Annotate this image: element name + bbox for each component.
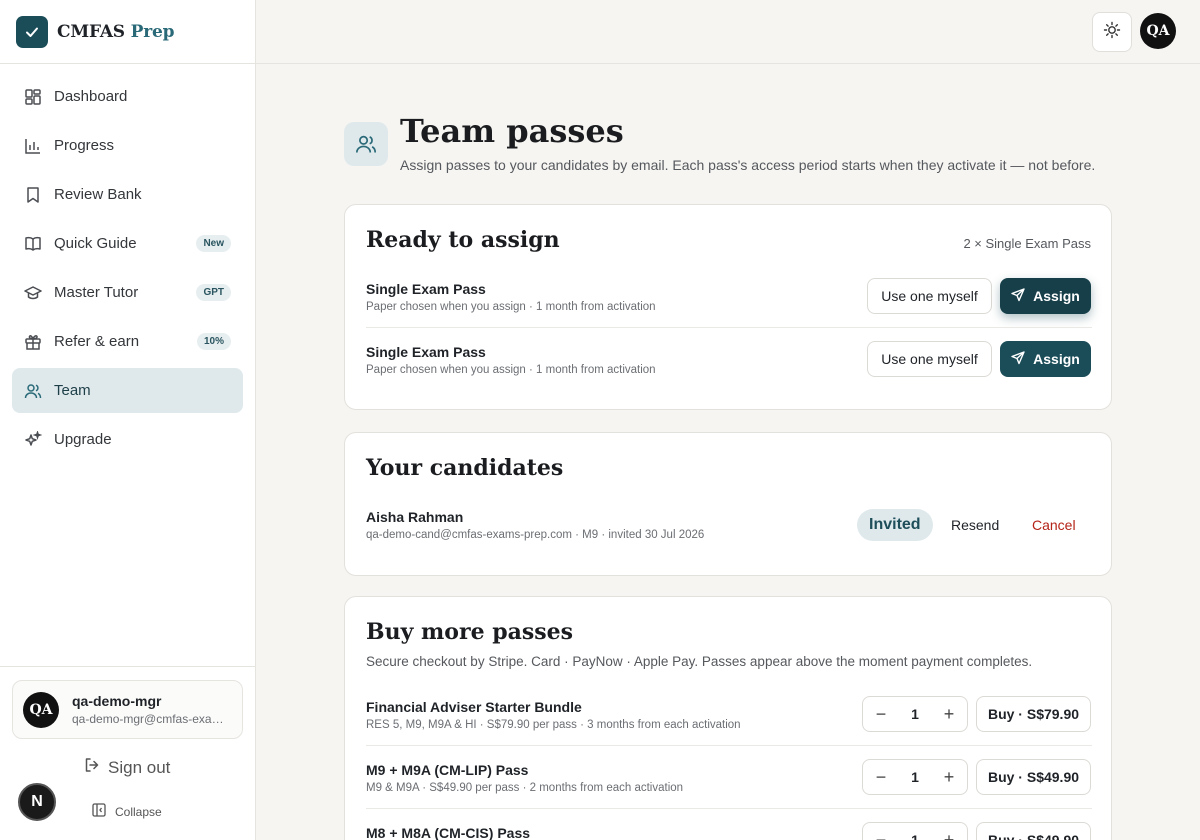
- status-badge: Invited: [857, 509, 933, 541]
- sidebar-item-refer-earn[interactable]: Refer & earn 10%: [12, 319, 243, 364]
- use-myself-button[interactable]: Use one myself: [867, 278, 992, 314]
- sidebar-item-label: Master Tutor: [54, 284, 139, 301]
- collapse-label: Collapse: [115, 804, 162, 819]
- divider: [366, 808, 1092, 809]
- send-icon: [1011, 287, 1033, 305]
- plus-icon[interactable]: +: [941, 767, 957, 788]
- collapse-button[interactable]: Collapse: [92, 803, 162, 820]
- ready-to-assign-card: Ready to assign 2 × Single Exam Pass Sin…: [344, 204, 1112, 410]
- buy-button[interactable]: Buy · S$79.90: [976, 696, 1091, 732]
- sidebar-item-label: Quick Guide: [54, 235, 137, 252]
- brand[interactable]: CMFAS Prep: [0, 0, 255, 64]
- resend-button[interactable]: Resend: [951, 517, 999, 533]
- users-icon: [344, 122, 388, 166]
- topbar: QA: [256, 0, 1200, 64]
- bar-chart-icon: [24, 137, 42, 155]
- user-meta: qa-demo-mgr qa-demo-mgr@cmfas-exams-prep…: [72, 693, 232, 726]
- cancel-button[interactable]: Cancel: [1032, 517, 1076, 533]
- sidebar-item-label: Progress: [54, 137, 115, 154]
- quantity-value: 1: [911, 832, 919, 840]
- new-badge: New: [196, 235, 231, 252]
- divider: [366, 745, 1092, 746]
- quantity-value: 1: [911, 769, 919, 785]
- sidebar-item-upgrade[interactable]: Upgrade: [12, 417, 243, 462]
- candidates-card: Your candidates Aisha Rahman qa-demo-can…: [344, 432, 1112, 576]
- user-card[interactable]: QA qa-demo-mgr qa-demo-mgr@cmfas-exams-p…: [12, 680, 243, 739]
- quantity-stepper: − 1 +: [862, 696, 968, 732]
- assign-label: Assign: [1033, 351, 1080, 367]
- sidebar-item-progress[interactable]: Progress: [12, 123, 243, 168]
- bookmark-icon: [24, 186, 42, 204]
- minus-icon[interactable]: −: [873, 767, 889, 788]
- buy-subtitle: Secure checkout by Stripe. Card · PayNow…: [366, 654, 1033, 669]
- brand-name: CMFAS Prep: [57, 21, 175, 42]
- send-icon: [1011, 350, 1033, 368]
- check-icon: [16, 15, 48, 48]
- sidebar-item-review-bank[interactable]: Review Bank: [12, 172, 243, 217]
- quantity-value: 1: [911, 706, 919, 722]
- buy-passes-card: Buy more passes Secure checkout by Strip…: [344, 596, 1112, 840]
- sign-out-button[interactable]: Sign out: [84, 757, 170, 778]
- plus-icon[interactable]: +: [941, 830, 957, 840]
- sign-out-icon: [84, 757, 108, 778]
- theme-toggle-button[interactable]: [1092, 12, 1132, 52]
- user-email: qa-demo-mgr@cmfas-exams-prep.com: [72, 712, 232, 726]
- plus-icon[interactable]: +: [941, 704, 957, 725]
- sidebar-item-quick-guide[interactable]: Quick Guide New: [12, 221, 243, 266]
- sun-icon: [1103, 21, 1121, 44]
- book-icon: [24, 235, 42, 253]
- sidebar-item-dashboard[interactable]: Dashboard: [12, 74, 243, 119]
- ready-count: 2 × Single Exam Pass: [963, 236, 1091, 251]
- user-name: qa-demo-mgr: [72, 693, 162, 709]
- sidebar-footer: QA qa-demo-mgr qa-demo-mgr@cmfas-exams-p…: [0, 666, 255, 840]
- sidebar-item-team[interactable]: Team: [12, 368, 243, 413]
- page-subtitle: Assign passes to your candidates by emai…: [400, 157, 1096, 173]
- dashboard-icon: [24, 88, 42, 106]
- gift-icon: [24, 333, 42, 351]
- buy-button[interactable]: Buy · S$49.90: [976, 759, 1091, 795]
- minus-icon[interactable]: −: [873, 830, 889, 840]
- n-badge[interactable]: N: [18, 783, 56, 821]
- sign-out-label: Sign out: [108, 757, 171, 777]
- minus-icon[interactable]: −: [873, 704, 889, 725]
- sidebar-item-label: Team: [54, 382, 91, 399]
- quantity-stepper: − 1 +: [862, 822, 968, 840]
- card-title: Your candidates: [366, 455, 564, 481]
- page-title: Team passes: [400, 112, 624, 150]
- quantity-stepper: − 1 +: [862, 759, 968, 795]
- avatar: QA: [23, 691, 59, 728]
- sidebar-item-label: Refer & earn: [54, 333, 140, 350]
- sidebar: CMFAS Prep Dashboard Progress Review Ban…: [0, 0, 256, 840]
- use-myself-button[interactable]: Use one myself: [867, 341, 992, 377]
- collapse-icon: [92, 803, 115, 820]
- buy-button[interactable]: Buy · S$49.90: [976, 822, 1091, 840]
- sidebar-item-master-tutor[interactable]: Master Tutor GPT: [12, 270, 243, 315]
- sidebar-nav: Dashboard Progress Review Bank Quick Gui…: [0, 64, 255, 476]
- graduation-cap-icon: [24, 284, 42, 302]
- user-avatar-button[interactable]: QA: [1140, 13, 1176, 49]
- sparkles-icon: [24, 430, 42, 449]
- assign-button[interactable]: Assign: [1000, 278, 1091, 314]
- users-icon: [24, 382, 42, 400]
- assign-label: Assign: [1033, 288, 1080, 304]
- sidebar-item-label: Upgrade: [54, 431, 112, 448]
- divider: [366, 327, 1092, 328]
- referral-badge: 10%: [196, 333, 231, 350]
- assign-button[interactable]: Assign: [1000, 341, 1091, 377]
- gpt-badge: GPT: [196, 284, 231, 301]
- card-title: Buy more passes: [366, 619, 574, 645]
- sidebar-item-label: Dashboard: [54, 88, 128, 105]
- sidebar-item-label: Review Bank: [54, 186, 142, 203]
- card-title: Ready to assign: [366, 227, 560, 253]
